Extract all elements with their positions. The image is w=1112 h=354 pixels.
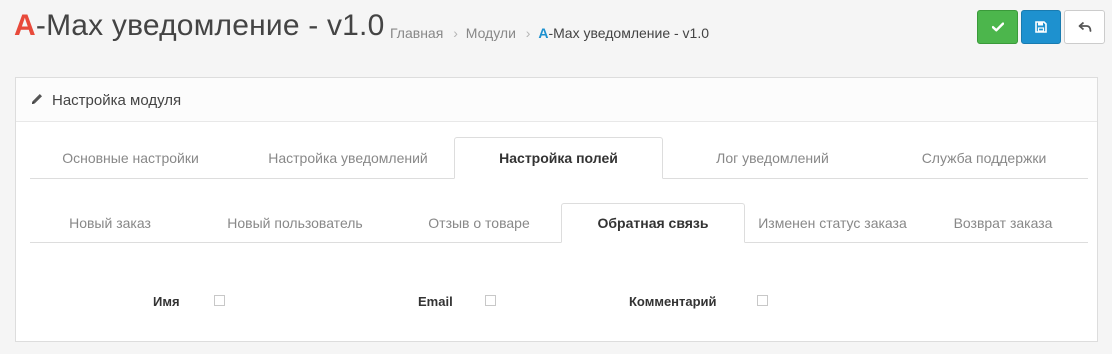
- title-brand-letter: A: [14, 9, 36, 42]
- subtab-new-order[interactable]: Новый заказ: [30, 203, 190, 242]
- floppy-disk-icon: [1035, 21, 1047, 33]
- breadcrumb-current-text: -Max уведомление - v1.0: [548, 25, 710, 41]
- breadcrumb-brand-letter: A: [538, 25, 549, 41]
- field-label-comment: Комментарий: [629, 294, 717, 309]
- page-title: A-Max уведомление - v1.0: [14, 9, 384, 43]
- breadcrumb-modules[interactable]: Модули: [466, 25, 516, 41]
- panel-heading: Настройка модуля: [16, 78, 1097, 122]
- tab-notification-log[interactable]: Лог уведомлений: [667, 137, 878, 178]
- title-text: -Max уведомление - v1.0: [35, 9, 385, 42]
- back-button[interactable]: [1064, 10, 1105, 44]
- subtab-order-return[interactable]: Возврат заказа: [918, 203, 1088, 242]
- tab-notification-settings[interactable]: Настройка уведомлений: [243, 137, 453, 178]
- main-tabs: Основные настройки Настройка уведомлений…: [30, 137, 1088, 179]
- breadcrumb-separator: ›: [453, 25, 458, 41]
- pencil-icon: [32, 94, 42, 104]
- panel-title: Настройка модуля: [52, 92, 182, 109]
- breadcrumb-current[interactable]: A-Max уведомление - v1.0: [538, 25, 709, 41]
- breadcrumb-separator: ›: [525, 25, 531, 41]
- tab-field-settings[interactable]: Настройка полей: [454, 137, 663, 179]
- subtab-new-user[interactable]: Новый пользователь: [202, 203, 388, 242]
- subtab-order-status-changed[interactable]: Изменен статус заказа: [745, 203, 920, 242]
- field-label-name: Имя: [153, 294, 180, 309]
- tab-general-settings[interactable]: Основные настройки: [30, 137, 231, 178]
- breadcrumb-home[interactable]: Главная: [390, 25, 443, 41]
- tab-support[interactable]: Служба поддержки: [880, 137, 1088, 178]
- reply-arrow-icon: [1078, 21, 1091, 32]
- field-label-email: Email: [418, 294, 453, 309]
- sub-tabs: Новый заказ Новый пользователь Отзыв о т…: [30, 203, 1088, 243]
- module-settings-panel: Настройка модуля Основные настройки Наст…: [15, 77, 1098, 342]
- check-icon: [991, 22, 1004, 32]
- name-checkbox[interactable]: [214, 295, 225, 306]
- page-header: A-Max уведомление - v1.0 Главная › Модул…: [0, 0, 1112, 62]
- email-checkbox[interactable]: [485, 295, 496, 306]
- comment-checkbox[interactable]: [757, 295, 768, 306]
- breadcrumb: Главная › Модули › A-Max уведомление - v…: [390, 25, 709, 41]
- save-button[interactable]: [977, 10, 1018, 44]
- subtab-feedback[interactable]: Обратная связь: [561, 203, 745, 243]
- subtab-product-review[interactable]: Отзыв о товаре: [394, 203, 564, 242]
- apply-button[interactable]: [1021, 10, 1061, 44]
